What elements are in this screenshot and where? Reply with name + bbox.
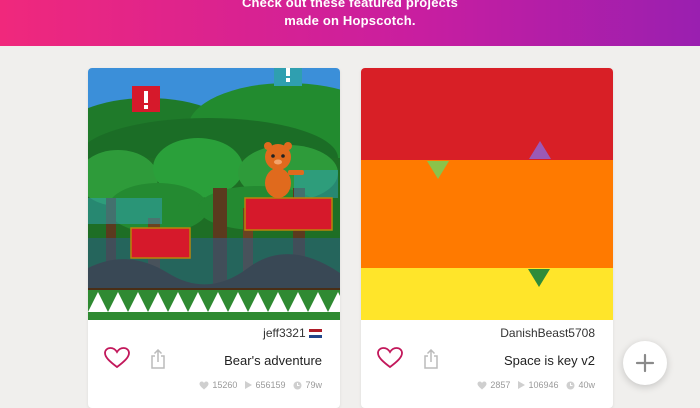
plays-count: 656159 xyxy=(255,380,286,390)
likes-stat: 15260 xyxy=(199,380,237,390)
banner-line-2: made on Hopscotch. xyxy=(284,13,416,28)
netherlands-flag-icon xyxy=(309,329,322,338)
project-thumbnail[interactable] xyxy=(361,68,613,320)
plays-count: 106946 xyxy=(528,380,559,390)
likes-count: 2857 xyxy=(490,380,511,390)
heart-small-icon xyxy=(477,381,487,389)
clock-icon xyxy=(293,381,302,389)
project-author[interactable]: jeff3321 xyxy=(263,326,322,340)
plays-stat: 656159 xyxy=(245,380,285,390)
project-title[interactable]: Space is key v2 xyxy=(504,353,595,368)
heart-icon[interactable] xyxy=(377,347,403,369)
project-thumbnail[interactable] xyxy=(88,68,340,320)
play-icon xyxy=(518,381,526,389)
plays-stat: 106946 xyxy=(518,380,558,390)
project-title[interactable]: Bear's adventure xyxy=(224,353,322,368)
featured-banner: Check out these featured projects made o… xyxy=(0,0,700,46)
project-card-bears-adventure[interactable]: jeff3321 Bear's adventure 15260 656159 7… xyxy=(88,68,340,408)
project-stats: 2857 106946 40w xyxy=(477,380,595,390)
heart-small-icon xyxy=(199,381,209,389)
project-author[interactable]: DanishBeast5708 xyxy=(500,326,595,340)
share-icon[interactable] xyxy=(150,349,166,369)
heart-icon[interactable] xyxy=(104,347,130,369)
project-stats: 15260 656159 79w xyxy=(199,380,322,390)
play-icon xyxy=(245,381,253,389)
likes-stat: 2857 xyxy=(477,380,510,390)
age-stat: 79w xyxy=(293,380,322,390)
author-name[interactable]: jeff3321 xyxy=(263,326,306,340)
banner-line-1: Check out these featured projects xyxy=(241,0,459,10)
plus-icon xyxy=(635,353,655,373)
space-is-key-scene xyxy=(361,68,613,320)
age-value: 79w xyxy=(305,380,322,390)
age-stat: 40w xyxy=(566,380,595,390)
age-value: 40w xyxy=(578,380,595,390)
bears-adventure-scene xyxy=(88,68,340,320)
clock-icon xyxy=(566,381,575,389)
project-card-space-is-key[interactable]: DanishBeast5708 Space is key v2 2857 106… xyxy=(361,68,613,408)
add-project-button[interactable] xyxy=(623,341,667,385)
share-icon[interactable] xyxy=(423,349,439,369)
likes-count: 15260 xyxy=(212,380,238,390)
